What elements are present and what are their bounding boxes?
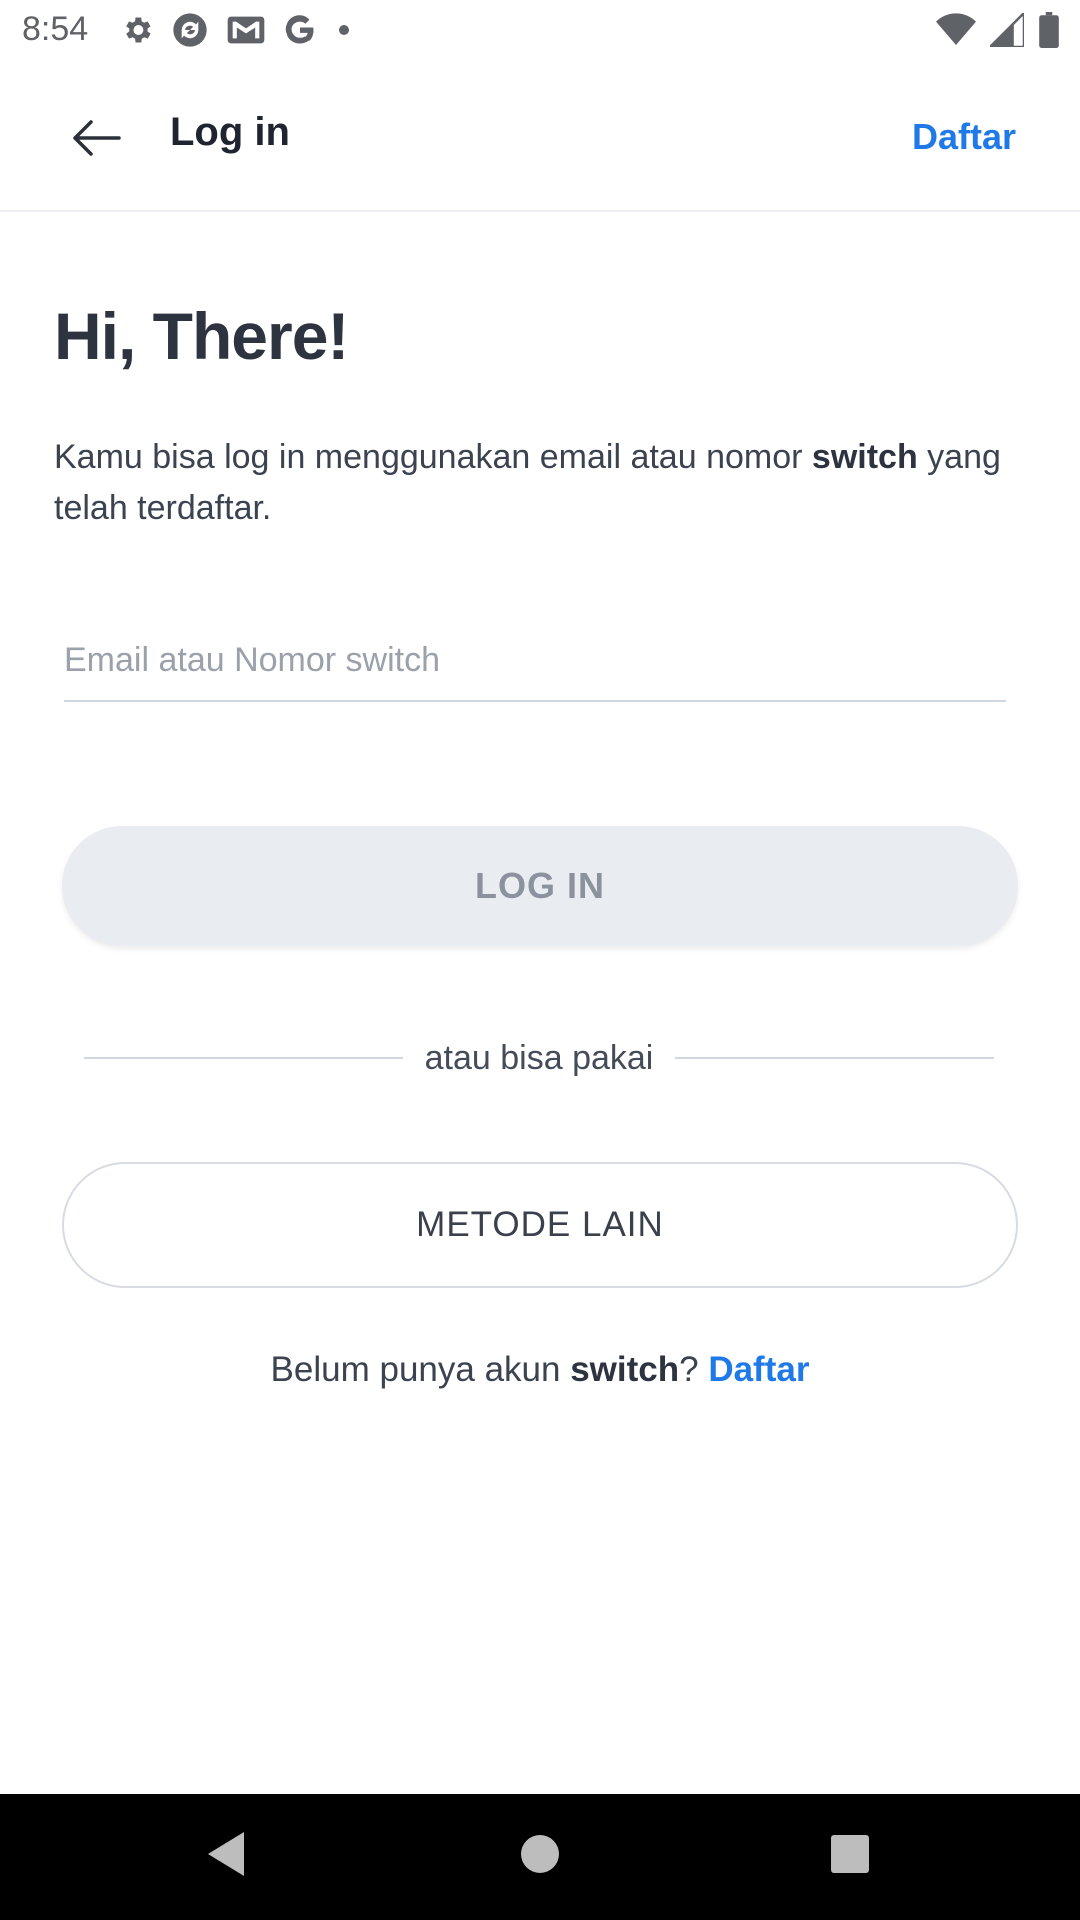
or-divider: atau bisa pakai bbox=[84, 1030, 995, 1086]
sync-icon bbox=[170, 10, 210, 50]
register-link-header[interactable]: Daftar bbox=[912, 116, 1016, 158]
intro-brand: switch bbox=[811, 438, 918, 476]
divider-text: atau bisa pakai bbox=[424, 1038, 654, 1077]
battery-icon bbox=[1038, 12, 1060, 53]
signup-suffix: ? bbox=[679, 1350, 709, 1389]
wifi-icon bbox=[936, 13, 976, 52]
other-method-button[interactable]: METODE LAIN bbox=[62, 1162, 1018, 1288]
greeting-heading: Hi, There! bbox=[54, 299, 349, 373]
system-icons bbox=[936, 9, 1060, 53]
register-link[interactable]: Daftar bbox=[708, 1350, 809, 1389]
gmail-icon bbox=[226, 13, 266, 47]
app-bar: Log in Daftar bbox=[0, 64, 1080, 212]
login-button[interactable]: LOG IN bbox=[62, 826, 1018, 946]
email-field[interactable] bbox=[64, 630, 1006, 690]
intro-text: Kamu bisa log in menggunakan email atau … bbox=[54, 432, 1034, 534]
notification-icons bbox=[120, 10, 354, 50]
nav-home-button[interactable] bbox=[508, 1824, 572, 1888]
gear-icon bbox=[120, 13, 154, 47]
google-icon bbox=[282, 12, 318, 48]
signal-icon bbox=[986, 9, 1026, 52]
dot-icon bbox=[334, 20, 354, 40]
signup-brand: switch bbox=[570, 1350, 680, 1389]
nav-recents-button[interactable] bbox=[818, 1824, 882, 1888]
recents-square-icon bbox=[829, 1833, 871, 1880]
navigation-bar bbox=[0, 1794, 1080, 1920]
back-button[interactable] bbox=[60, 104, 132, 176]
signup-prompt: Belum punya akun switch? Daftar bbox=[0, 1350, 1080, 1390]
home-circle-icon bbox=[518, 1832, 562, 1881]
back-triangle-icon bbox=[204, 1830, 248, 1883]
status-bar: 8:54 bbox=[0, 0, 1080, 64]
divider-line-left bbox=[84, 1057, 403, 1059]
email-field-container bbox=[64, 630, 1006, 702]
signup-prefix: Belum punya akun bbox=[270, 1350, 571, 1389]
status-time: 8:54 bbox=[22, 10, 89, 48]
nav-back-button[interactable] bbox=[194, 1824, 258, 1888]
page-title: Log in bbox=[170, 110, 290, 154]
divider-line-right bbox=[675, 1057, 995, 1059]
arrow-left-icon bbox=[71, 118, 121, 163]
intro-text-part1: Kamu bisa log in menggunakan email atau … bbox=[54, 438, 812, 476]
